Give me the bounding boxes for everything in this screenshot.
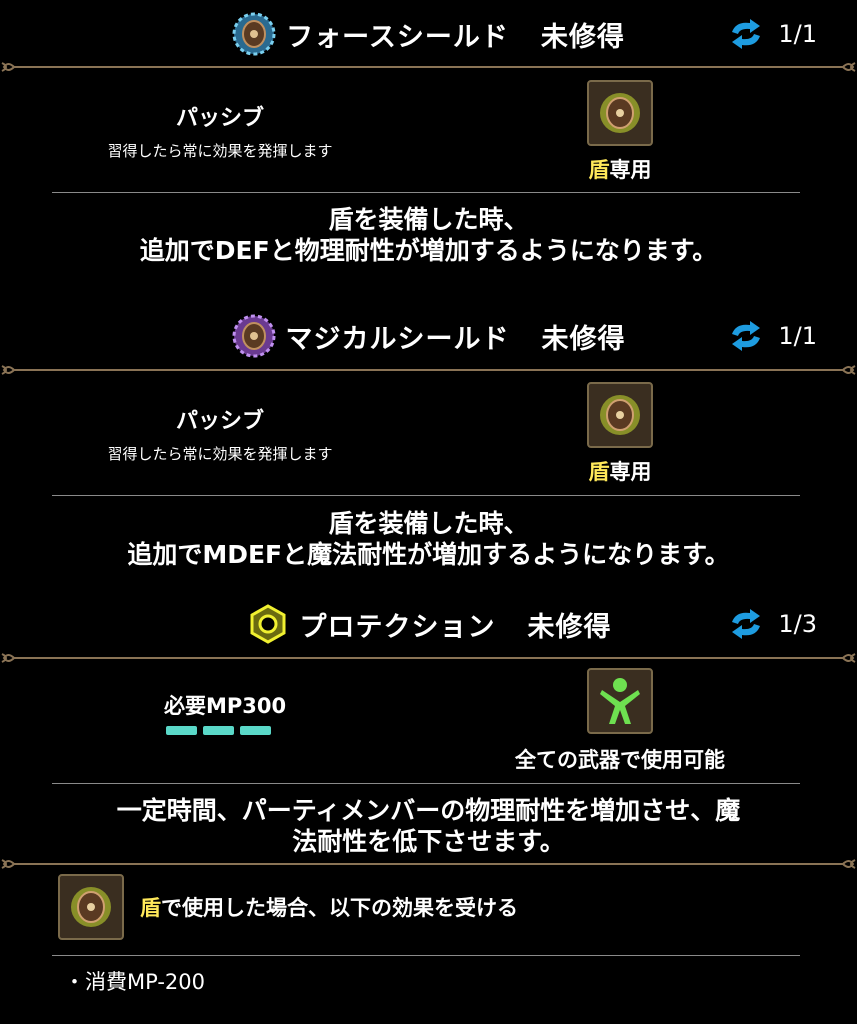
mp-requirement-block: 必要MP300 (56, 690, 376, 735)
ornate-divider (1, 653, 856, 663)
skill-level-count: 1/1 (778, 20, 817, 48)
skill-name: マジカルシールド (285, 323, 510, 355)
equip-type-rest: 専用 (609, 158, 652, 182)
all-weapons-icon-box[interactable] (587, 668, 653, 734)
shield-equip-icon-box[interactable] (587, 382, 653, 448)
bonus-description: で使用した場合、以下の効果を受ける (161, 896, 518, 920)
effect-line-2: 法耐性を低下させます。 (292, 827, 565, 856)
skill-status: 未修得 (540, 21, 625, 53)
mp-required-label: 必要MP300 (164, 694, 287, 718)
thin-divider (52, 955, 800, 956)
skill-level-count: 1/3 (778, 610, 817, 638)
skill-type-desc: 習得したら常に効果を発揮します (107, 142, 333, 160)
skill-name: フォースシールド (286, 21, 509, 53)
ornate-divider (1, 62, 856, 72)
magical-shield-icon (232, 314, 275, 358)
skill-type-desc: 習得したら常に効果を発揮します (107, 445, 333, 463)
effect-line-2: 追加でMDEFと魔法耐性が増加するようになります。 (127, 540, 730, 569)
skill-status: 未修得 (541, 323, 626, 355)
equip-type-highlight: 盾 (588, 460, 610, 484)
refresh-icon[interactable] (726, 18, 766, 50)
skill-type-block: パッシブ 習得したら常に効果を発揮します (60, 100, 380, 161)
skill-type-title: パッシブ (175, 409, 264, 434)
refresh-icon[interactable] (726, 608, 766, 640)
protection-icon (250, 604, 285, 644)
shield-icon (71, 887, 111, 927)
thin-divider (52, 783, 800, 784)
bonus-bullet-item: ・消費MP-200 (64, 970, 205, 994)
person-figure-icon (600, 678, 640, 724)
equip-requirement-label: 全ての武器で使用可能 (515, 748, 725, 772)
skill-level-count: 1/1 (778, 322, 817, 350)
equip-requirement-block: 盾専用 (470, 382, 770, 486)
ornate-divider (1, 365, 856, 375)
skill-effect-text: 一定時間、パーティメンバーの物理耐性を増加させ、魔 法耐性を低下させます。 (0, 795, 857, 857)
refresh-icon[interactable] (726, 320, 766, 352)
equip-type-highlight: 盾 (588, 158, 610, 182)
skill-count-box[interactable]: 1/1 (726, 320, 817, 352)
shield-bonus-text: 盾で使用した場合、以下の効果を受ける (140, 892, 518, 922)
skill-count-box[interactable]: 1/3 (726, 608, 817, 640)
equip-type-rest: 専用 (609, 460, 652, 484)
force-shield-icon (232, 12, 276, 56)
equip-requirement-label: 盾専用 (470, 456, 770, 486)
skill-effect-text: 盾を装備した時、 追加でMDEFと魔法耐性が増加するようになります。 (0, 508, 857, 570)
equip-requirement-block: 盾専用 (470, 80, 770, 184)
effect-line-2: 追加でDEFと物理耐性が増加するようになります。 (139, 236, 718, 265)
thin-divider (52, 495, 800, 496)
skill-type-block: パッシブ 習得したら常に効果を発揮します (60, 403, 380, 464)
shield-icon (600, 395, 640, 435)
mp-bar-gauge (56, 726, 376, 735)
equip-requirement-block: 全ての武器で使用可能 (470, 668, 770, 774)
ornate-divider (1, 859, 856, 869)
thin-divider (52, 192, 800, 193)
skill-detail-panel: フォースシールド 未修得 1/1 パッシブ 習得したら常に効果を発揮します 盾専… (0, 0, 857, 1024)
skill-status: 未修得 (527, 611, 612, 643)
skill-count-box[interactable]: 1/1 (726, 18, 817, 50)
shield-equip-icon-box[interactable] (587, 80, 653, 146)
shield-icon (600, 93, 640, 133)
skill-name: プロテクション (299, 611, 496, 643)
skill-effect-text: 盾を装備した時、 追加でDEFと物理耐性が増加するようになります。 (0, 204, 857, 266)
effect-line-1: 盾を装備した時、 (328, 509, 529, 538)
effect-line-1: 盾を装備した時、 (328, 205, 529, 234)
mp-bar-segment (166, 726, 197, 735)
mp-bar-segment (240, 726, 271, 735)
effect-line-1: 一定時間、パーティメンバーの物理耐性を増加させ、魔 (116, 796, 741, 825)
shield-bonus-row: 盾で使用した場合、以下の効果を受ける (58, 874, 518, 940)
mp-bar-segment (203, 726, 234, 735)
equip-requirement-label: 盾専用 (470, 154, 770, 184)
shield-equip-icon-box[interactable] (58, 874, 124, 940)
skill-type-title: パッシブ (175, 106, 264, 131)
bonus-highlight: 盾 (140, 896, 161, 920)
